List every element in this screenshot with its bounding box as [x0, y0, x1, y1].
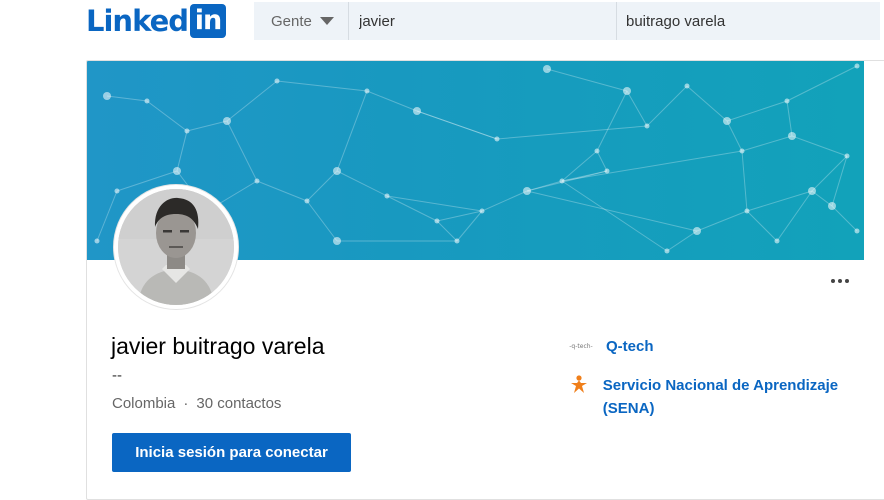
top-navigation-bar: Linked in Gente [0, 0, 884, 42]
logo-in-badge: in [190, 4, 226, 38]
organization-q-tech[interactable]: -q-tech- Q-tech [568, 335, 654, 358]
search-filter-dropdown[interactable]: Gente [254, 2, 349, 40]
profile-headline: -- [112, 367, 122, 384]
organization-name[interactable]: Servicio Nacional de Aprendizaje (SENA) [603, 374, 858, 420]
separator-dot: · [183, 395, 189, 412]
organization-name[interactable]: Q-tech [606, 335, 654, 358]
logo-wordmark: Linked [86, 4, 189, 38]
organization-sena[interactable]: Servicio Nacional de Aprendizaje (SENA) [568, 374, 858, 420]
q-tech-logo-icon: -q-tech- [568, 335, 594, 357]
location-and-connections: Colombia · 30 contactos [112, 395, 281, 412]
last-name-input[interactable] [617, 2, 880, 40]
avatar[interactable] [114, 185, 238, 309]
profile-location: Colombia [112, 395, 176, 412]
first-name-input[interactable] [349, 2, 617, 40]
connections-count: 30 contactos [196, 395, 282, 412]
profile-name: javier buitrago varela [111, 333, 325, 359]
sign-in-to-connect-button[interactable]: Inicia sesión para conectar [112, 433, 351, 472]
profile-card: javier buitrago varela -- Colombia · 30 co… [86, 60, 884, 500]
sena-logo-icon [568, 374, 591, 396]
linkedin-logo[interactable]: Linked in [86, 3, 226, 39]
ellipsis-icon [831, 279, 835, 283]
q-tech-logo-text: -q-tech- [569, 342, 593, 350]
chevron-down-icon [319, 17, 334, 25]
filter-label: Gente [271, 12, 312, 30]
more-options-button[interactable] [831, 279, 849, 283]
people-search-bar: Gente [254, 2, 880, 40]
profile-photo [118, 189, 234, 305]
